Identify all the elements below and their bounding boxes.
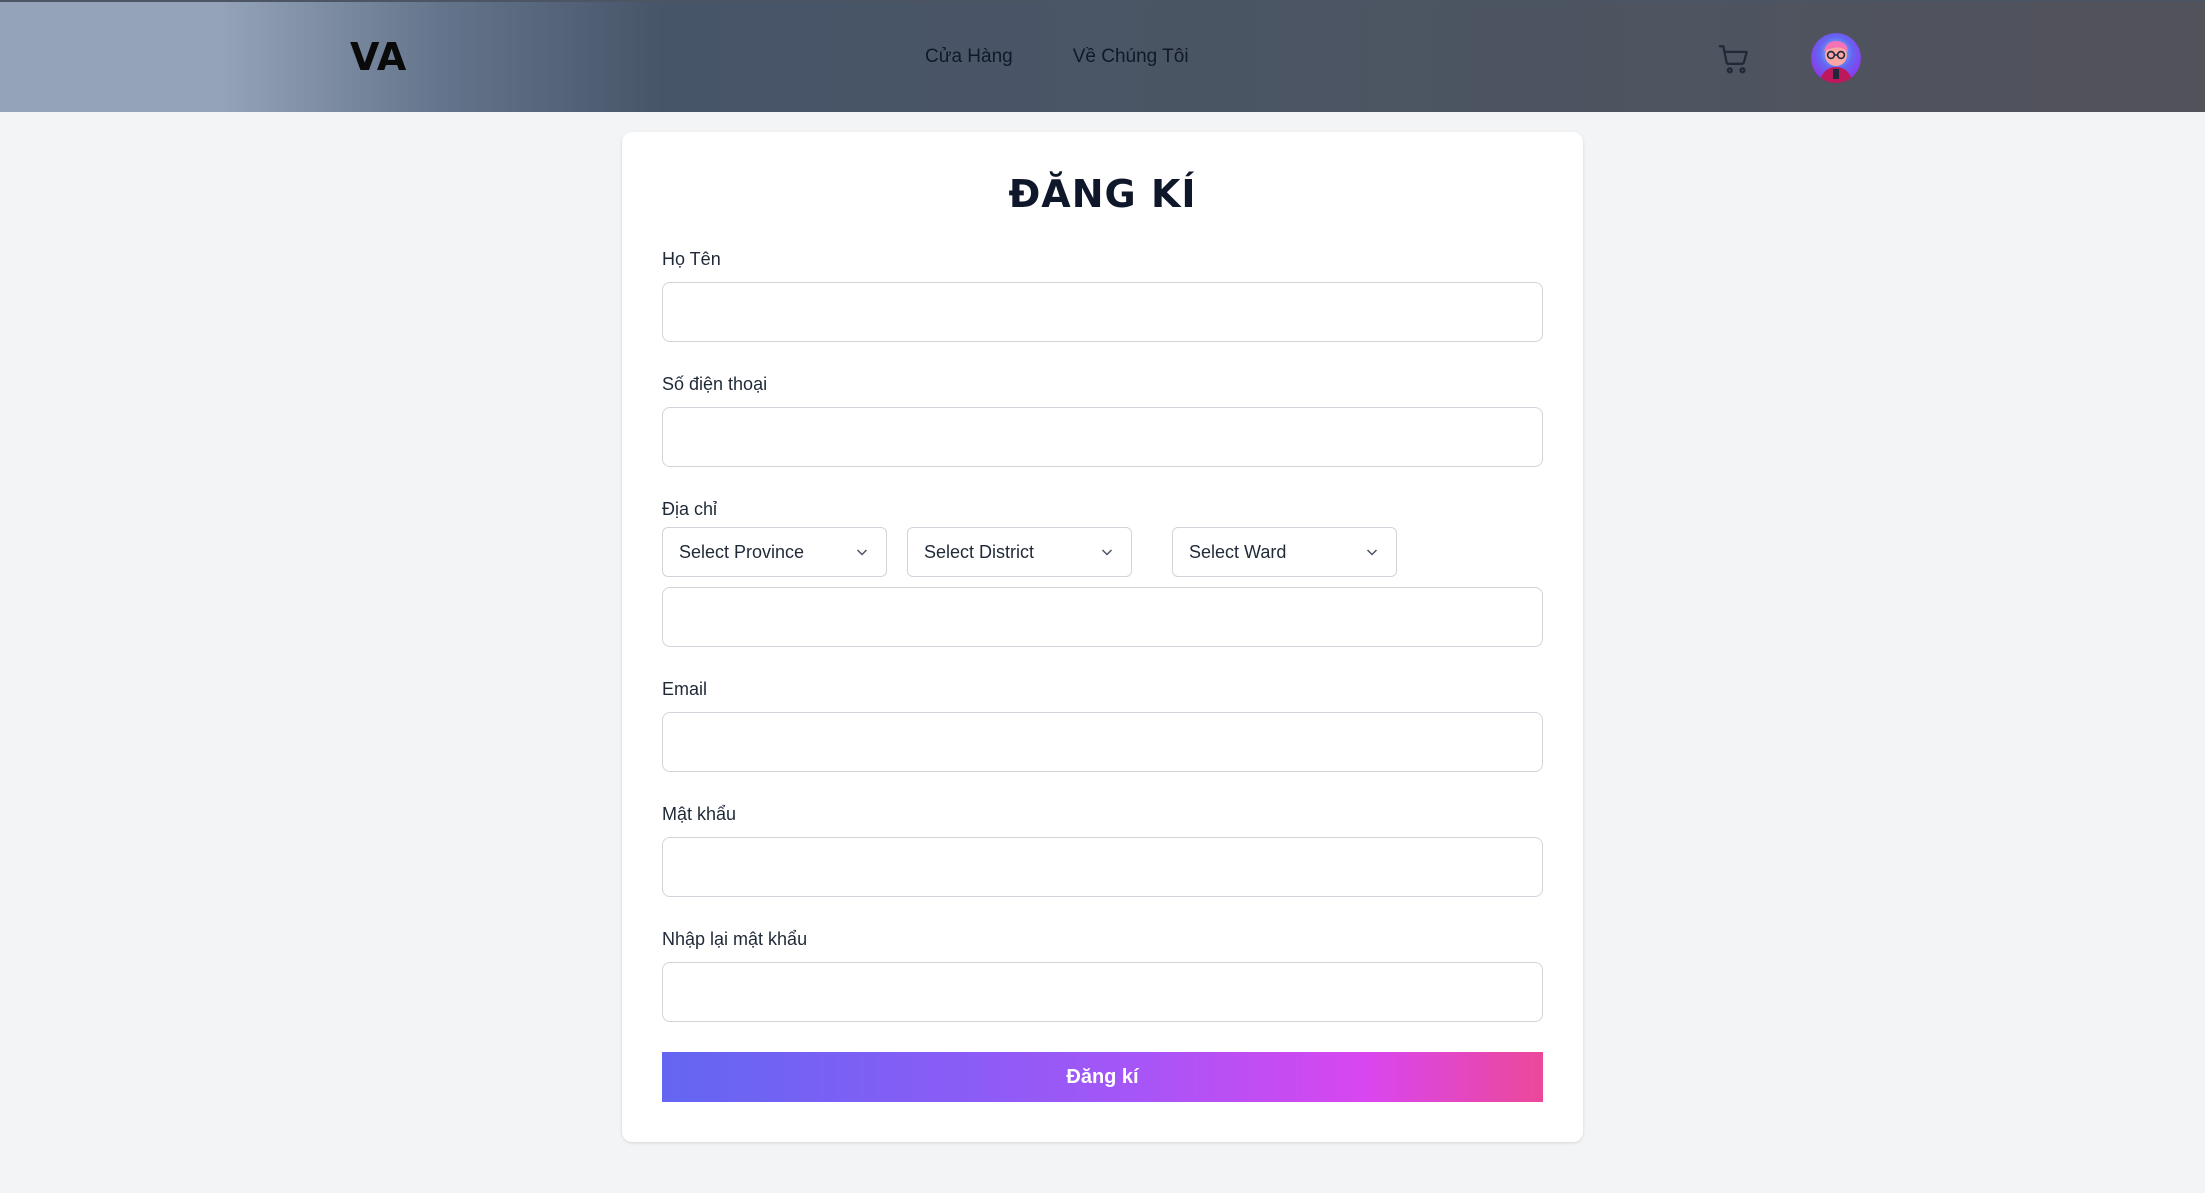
email-input[interactable] [662,712,1543,772]
district-select[interactable]: Select District [907,527,1132,577]
nav-link-store[interactable]: Cửa Hàng [925,46,1013,68]
province-select-value: Select Province [679,541,805,562]
password-label: Mật khẩu [662,804,737,824]
phone-label: Số điện thoại [662,374,768,394]
confirm-password-label: Nhập lại mật khẩu [662,929,808,949]
navbar: VA Cửa Hàng Về Chúng Tôi [0,0,2205,112]
chevron-down-icon [1366,549,1378,556]
logo-icon[interactable]: VA [350,37,408,77]
district-select-value: Select District [924,541,1035,562]
email-label: Email [662,679,708,699]
fullname-input[interactable] [662,282,1543,342]
register-card: ĐĂNG KÍ Họ Tên Số điện thoại Địa chỉ Sel… [622,132,1583,1142]
avatar[interactable] [1811,33,1861,83]
svg-text:VA: VA [350,37,407,77]
password-input[interactable] [662,837,1543,897]
nav-links: Cửa Hàng Về Chúng Tôi [925,46,1189,68]
street-address-input[interactable] [662,587,1543,647]
address-label: Địa chỉ [662,499,718,519]
user-avatar-icon [1811,33,1861,83]
province-select[interactable]: Select Province [662,527,887,577]
ward-select[interactable]: Select Ward [1172,527,1397,577]
chevron-down-icon [856,549,868,556]
fullname-label: Họ Tên [662,249,721,269]
nav-link-about[interactable]: Về Chúng Tôi [1073,46,1189,68]
ward-select-value: Select Ward [1189,541,1287,562]
chevron-down-icon [1101,549,1113,556]
page-title: ĐĂNG KÍ [1008,172,1197,216]
phone-input[interactable] [662,407,1543,467]
register-button[interactable]: Đăng kí [662,1052,1543,1102]
confirm-password-input[interactable] [662,962,1543,1022]
cart-icon[interactable] [1716,42,1752,76]
